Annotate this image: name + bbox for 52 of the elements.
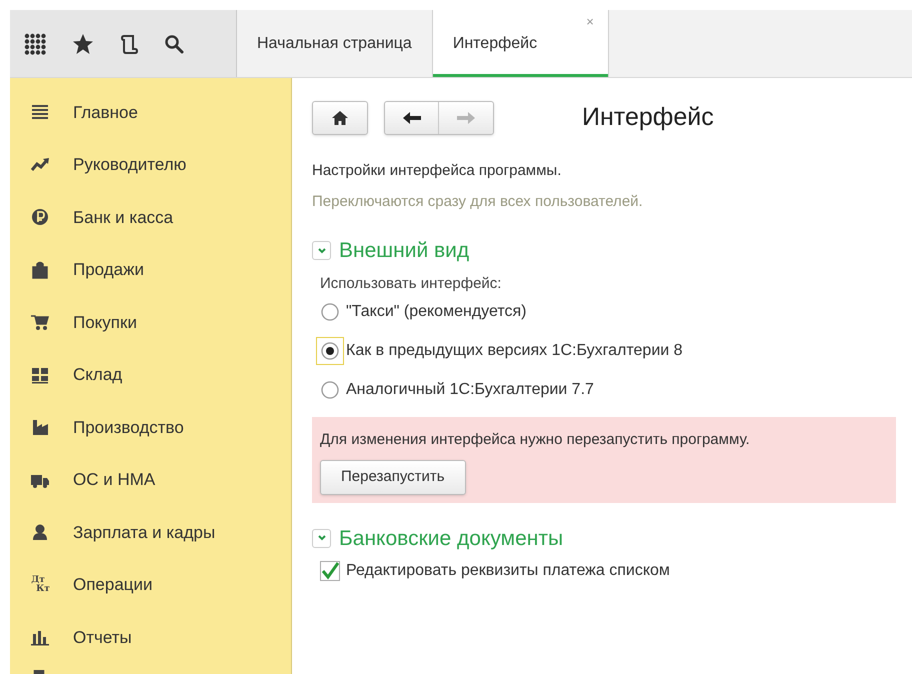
home-button[interactable] [312, 101, 368, 135]
chevron-icon [316, 246, 326, 255]
checkmark-icon [321, 562, 339, 580]
radio-circle-icon [321, 381, 339, 399]
section-heading: Внешний вид [339, 238, 470, 264]
radio-button[interactable] [316, 337, 344, 365]
person-icon [30, 523, 50, 542]
radio-label: Аналогичный 1С:Бухгалтерии 7.7 [346, 380, 594, 400]
grid-blocks-icon [30, 366, 50, 384]
star-icon[interactable] [72, 32, 94, 54]
collapse-toggle[interactable] [312, 241, 331, 260]
restart-button[interactable]: Перезапустить [320, 460, 466, 494]
sidebar-item[interactable]: Покупки [73, 310, 137, 335]
factory-icon [30, 418, 50, 436]
trend-line-icon [30, 156, 50, 174]
radio-circle-icon [321, 342, 339, 360]
radio-label: Как в предыдущих версиях 1С:Бухгалтерии 8 [346, 341, 683, 361]
back-arrow-icon [402, 111, 422, 125]
sidebar-item[interactable]: Главное [73, 100, 138, 125]
note-text: Переключаются сразу для всех пользователей. [312, 192, 644, 212]
sidebar-item[interactable]: Зарплата и кадры [73, 520, 216, 545]
bar-chart-icon [30, 628, 50, 646]
sidebar-item[interactable]: Производство [73, 414, 184, 440]
apps-grid-icon[interactable] [24, 32, 46, 54]
checkbox-label: Редактировать реквизиты платежа списком [346, 561, 670, 581]
collapse-toggle[interactable] [312, 528, 331, 548]
page-title: Интерфейс [582, 102, 714, 134]
field-label: Использовать интерфейс: [320, 274, 502, 294]
forward-arrow-icon [456, 111, 476, 125]
sidebar-item[interactable]: Отчеты [73, 624, 132, 650]
sidebar-item[interactable]: ОС и НМА [73, 467, 156, 492]
radio-circle-icon [321, 303, 339, 321]
ruble-coin-icon [30, 208, 50, 226]
chevron-icon [316, 534, 326, 542]
sidebar-item[interactable]: Склад [73, 362, 122, 388]
sidebar-item[interactable]: Банк и касса [73, 204, 174, 230]
home-icon [332, 111, 348, 125]
search-icon[interactable] [164, 34, 184, 54]
shopping-bag-icon [30, 260, 50, 279]
section-heading: Банковские документы [339, 526, 564, 552]
scroll-icon[interactable] [120, 32, 138, 54]
sidebar-item[interactable]: Руководителю [73, 152, 186, 178]
cart-icon [30, 313, 50, 332]
tab[interactable]: Интерфейс × [432, 10, 609, 77]
sidebar-item[interactable]: Операции [73, 572, 153, 598]
sidebar-item[interactable]: Продажи [73, 257, 144, 282]
radio-label: "Такси" (рекомендуется) [346, 302, 526, 322]
debit-credit-icon: Дт Кт [30, 576, 50, 594]
description-text: Настройки интерфейса программы. [312, 161, 562, 181]
warning-text: Для изменения интерфейса нужно перезапустить программу. [320, 430, 751, 450]
list-lines-icon [30, 103, 50, 122]
checkbox[interactable] [320, 561, 340, 581]
